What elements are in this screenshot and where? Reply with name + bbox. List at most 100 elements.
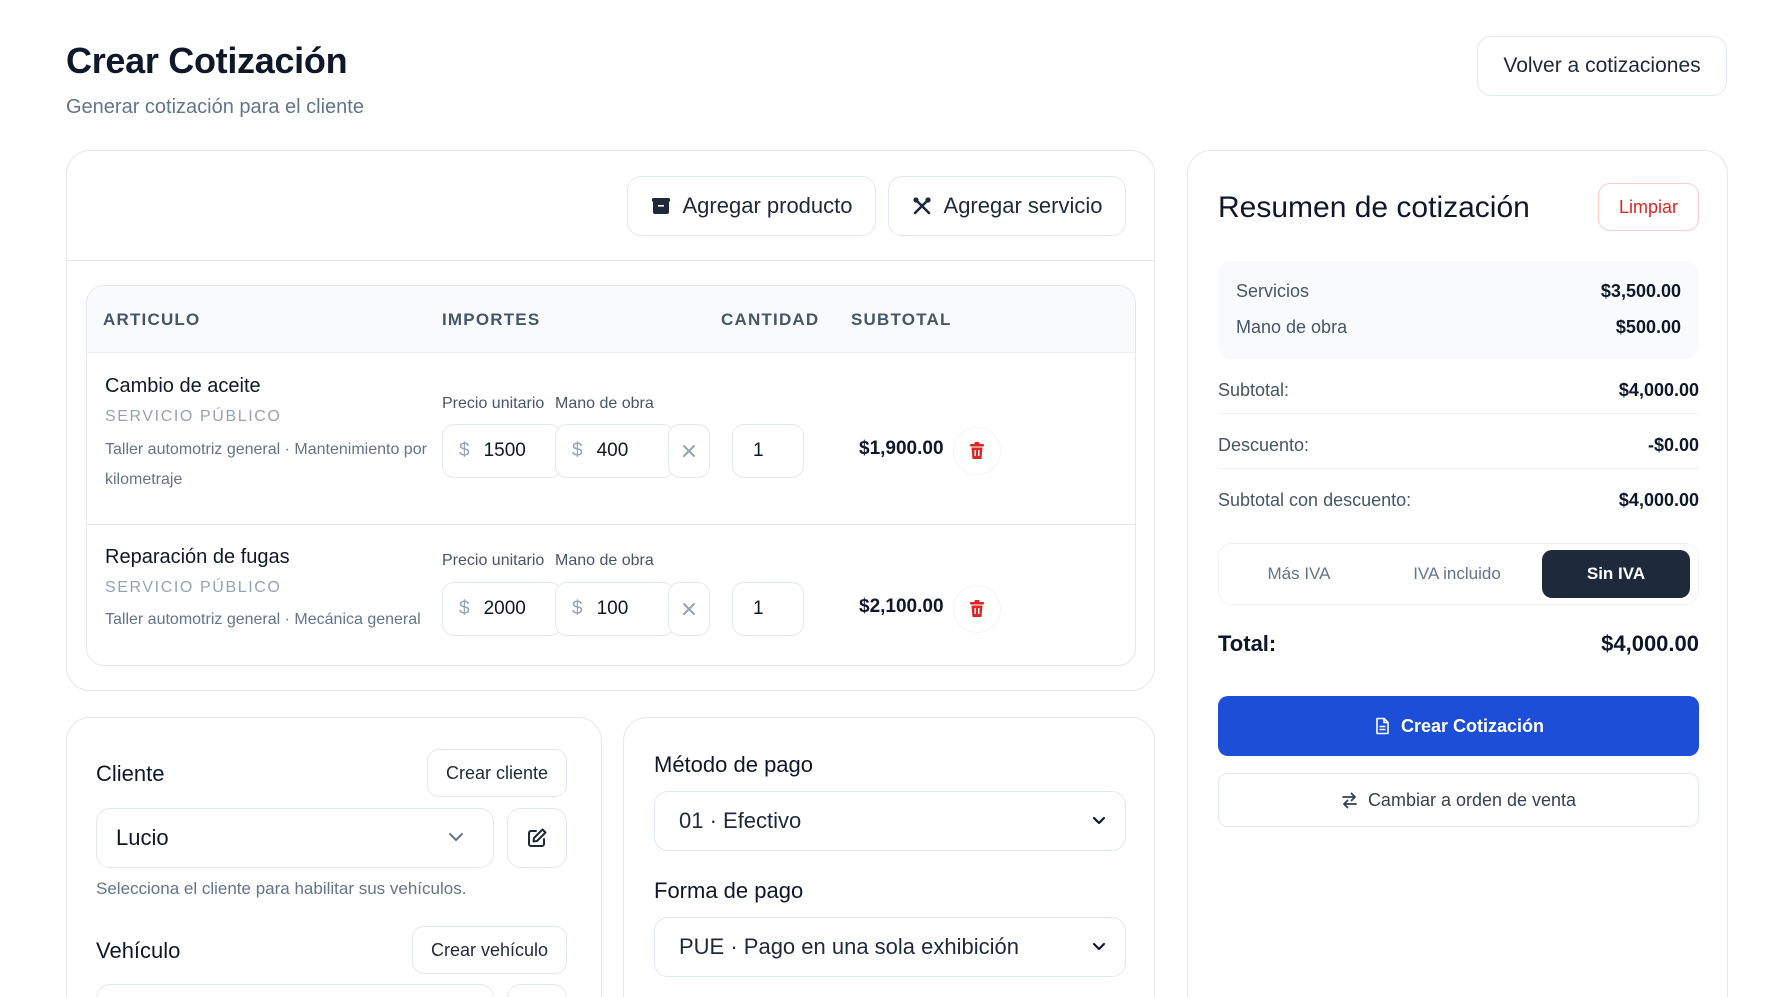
item-description: Taller automotriz general · Mantenimient…	[105, 441, 427, 488]
currency-symbol: $	[459, 440, 470, 461]
clear-labor-button[interactable]	[668, 582, 710, 636]
payment-form-title: Forma de pago	[654, 878, 804, 903]
item-description: Taller automotriz general · Mecánica gen…	[105, 611, 421, 628]
client-card: Cliente Crear cliente Lucio Selecciona e…	[66, 717, 602, 997]
payment-method-select[interactable]: 01 · Efectivo	[654, 791, 1126, 851]
subtotal-discount-label: Subtotal con descuento:	[1218, 490, 1412, 510]
edit-vehicle-button[interactable]	[507, 984, 567, 997]
labor-value: 100	[596, 598, 629, 619]
labor-row: Mano de obra $500.00	[1236, 317, 1681, 338]
discount-label: Descuento:	[1218, 435, 1310, 455]
unit-price-input[interactable]: $ 1500	[442, 424, 562, 478]
payment-form-value: PUE · Pago en una sola exhibición	[679, 934, 1019, 959]
client-selected-value: Lucio	[116, 825, 169, 850]
chevron-down-icon	[1092, 942, 1106, 951]
table-row: Cambio de aceite SERVICIO PÚBLICO Taller…	[87, 353, 1135, 525]
unit-price-value: 1500	[483, 440, 526, 461]
subtotal-value: $4,000.00	[1618, 380, 1699, 400]
total-label: Total:	[1218, 631, 1277, 656]
unit-price-label: Precio unitario	[442, 552, 545, 569]
labor-value: 400	[596, 440, 629, 461]
payment-method-value: 01 · Efectivo	[679, 808, 802, 833]
add-service-button[interactable]: Agregar servicio	[888, 176, 1126, 236]
column-header-quantity: CANTIDAD	[721, 309, 820, 329]
item-type: SERVICIO PÚBLICO	[105, 408, 282, 425]
payment-card: Método de pago 01 · Efectivo Forma de pa…	[623, 717, 1155, 997]
create-quote-button[interactable]: Crear Cotización	[1218, 696, 1699, 756]
unit-price-label: Precio unitario	[442, 395, 545, 412]
switch-label: Cambiar a orden de venta	[1367, 789, 1577, 810]
labor-summary-value: $500.00	[1615, 317, 1681, 337]
add-product-button[interactable]: Agregar producto	[627, 176, 876, 236]
vehicle-title: Vehículo	[96, 938, 181, 963]
iva-option-sin-iva[interactable]: Sin IVA	[1542, 550, 1690, 598]
subtotal-discount-row: Subtotal con descuento: $4,000.00	[1218, 490, 1699, 511]
column-header-article: ARTICULO	[103, 309, 201, 329]
create-vehicle-button[interactable]: Crear vehículo	[412, 926, 567, 974]
client-select[interactable]: Lucio	[96, 808, 494, 868]
box-icon	[651, 198, 670, 214]
iva-option-iva-incluido[interactable]: IVA incluido	[1383, 550, 1531, 598]
currency-symbol: $	[572, 440, 583, 461]
payment-method-title: Método de pago	[654, 752, 814, 777]
labor-label: Mano de obra	[555, 552, 654, 569]
tools-icon	[912, 197, 931, 215]
labor-input[interactable]: $ 400	[555, 424, 675, 478]
swap-arrows-icon	[1342, 792, 1357, 808]
edit-icon	[528, 828, 547, 847]
client-title: Cliente	[96, 761, 165, 786]
column-header-subtotal: SUBTOTAL	[851, 309, 952, 329]
create-client-button[interactable]: Crear cliente	[427, 749, 567, 797]
labor-summary-label: Mano de obra	[1236, 317, 1348, 337]
clear-button[interactable]: Limpiar	[1598, 183, 1699, 231]
iva-toggle: Más IVA IVA incluido Sin IVA	[1218, 543, 1699, 605]
add-service-label: Agregar servicio	[943, 193, 1103, 218]
page-title: Crear Cotización	[66, 40, 348, 81]
labor-input[interactable]: $ 100	[555, 582, 675, 636]
discount-value: -$0.00	[1647, 435, 1699, 455]
clear-labor-button[interactable]	[668, 424, 710, 478]
items-card: Agregar producto Agregar servicio ARTICU…	[66, 150, 1155, 691]
page-header: Crear Cotización Generar cotización para…	[66, 40, 364, 119]
services-value: $3,500.00	[1600, 281, 1681, 301]
delete-item-button[interactable]	[953, 585, 1001, 633]
payment-form-select[interactable]: PUE · Pago en una sola exhibición	[654, 917, 1126, 977]
edit-client-button[interactable]	[507, 808, 567, 868]
total-row: Total: $4,000.00	[1218, 631, 1699, 657]
currency-symbol: $	[459, 598, 470, 619]
services-row: Servicios $3,500.00	[1236, 281, 1681, 302]
switch-to-sales-order-button[interactable]: Cambiar a orden de venta	[1218, 773, 1699, 827]
summary-title: Resumen de cotización	[1218, 191, 1530, 224]
unit-price-input[interactable]: $ 2000	[442, 582, 562, 636]
currency-symbol: $	[572, 598, 583, 619]
subtotal-row: Subtotal: $4,000.00	[1218, 380, 1699, 401]
discount-row: Descuento: -$0.00	[1218, 435, 1699, 456]
table-row: Reparación de fugas SERVICIO PÚBLICO Tal…	[87, 525, 1135, 665]
close-icon	[683, 603, 695, 615]
labor-label: Mano de obra	[555, 395, 654, 412]
add-product-label: Agregar producto	[682, 193, 853, 218]
items-table-header: ARTICULO IMPORTES CANTIDAD SUBTOTAL	[87, 286, 1135, 353]
total-value: $4,000.00	[1601, 631, 1699, 656]
item-subtotal: $1,900.00	[859, 438, 944, 459]
trash-icon	[970, 600, 984, 617]
client-hint: Selecciona el cliente para habilitar sus…	[96, 879, 467, 898]
divider	[1218, 413, 1699, 414]
subtotal-label: Subtotal:	[1218, 380, 1290, 400]
column-header-amounts: IMPORTES	[442, 309, 541, 329]
items-toolbar: Agregar producto Agregar servicio	[67, 151, 1154, 261]
chevron-down-icon	[1092, 816, 1106, 825]
quantity-input[interactable]: 1	[732, 582, 804, 636]
subtotal-discount-value: $4,000.00	[1618, 490, 1699, 510]
summary-card: Resumen de cotización Limpiar Servicios …	[1187, 150, 1728, 997]
vehicle-select[interactable]	[96, 984, 494, 997]
create-quote-label: Crear Cotización	[1400, 715, 1545, 736]
item-type: SERVICIO PÚBLICO	[105, 579, 282, 596]
delete-item-button[interactable]	[953, 427, 1001, 475]
quantity-input[interactable]: 1	[732, 424, 804, 478]
unit-price-value: 2000	[483, 598, 526, 619]
close-icon	[683, 445, 695, 457]
back-to-quotes-button[interactable]: Volver a cotizaciones	[1477, 36, 1727, 96]
iva-option-mas-iva[interactable]: Más IVA	[1225, 550, 1373, 598]
trash-icon	[970, 442, 984, 459]
